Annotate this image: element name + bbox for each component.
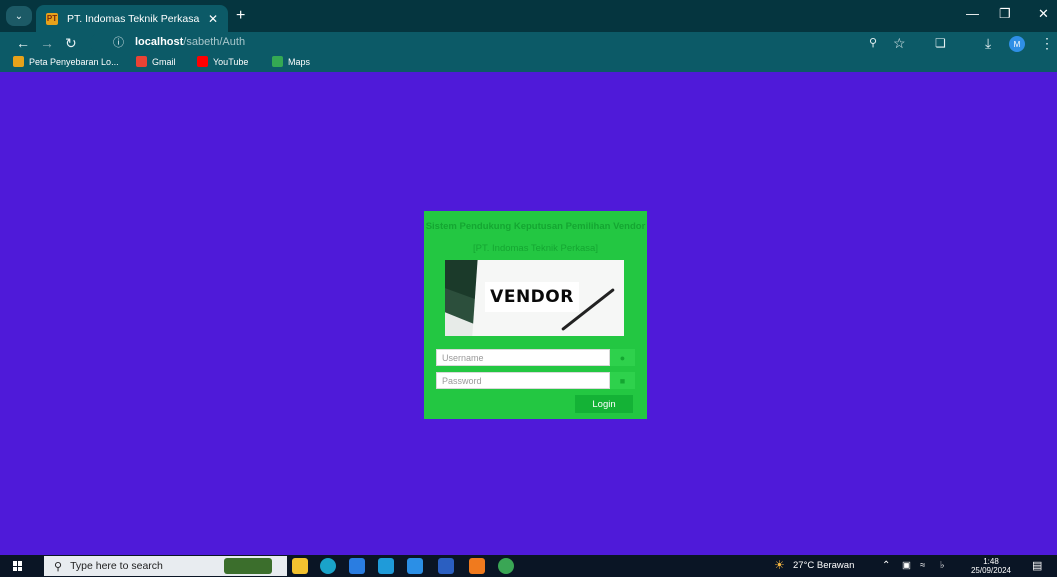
close-window-icon[interactable]: ✕ [1038,6,1049,22]
browser-toolbar: ← → ↻ ⓘ localhost/sabeth/Auth ⚲ ☆ ❏ ⤓ ⋮ [0,32,1057,54]
password-group: ■ [436,372,635,389]
bookmark-item[interactable]: Gmail [136,56,176,67]
clock-date: 25/09/2024 [970,566,1012,575]
browser-tab-active[interactable]: PT PT. Indomas Teknik Perkasa ✕ [36,5,228,32]
battery-icon[interactable]: ▣ [902,560,911,571]
menu-kebab-icon[interactable]: ⋮ [1040,34,1054,52]
banner-text: VENDOR [485,282,579,312]
url-text[interactable]: localhost/sabeth/Auth [135,36,245,48]
edge-icon[interactable] [320,558,336,574]
username-input[interactable] [436,349,610,366]
bookmark-item[interactable]: Peta Penyebaran Lo... [13,56,119,67]
taskbar-clock[interactable]: 1:48 25/09/2024 [966,557,1016,575]
tray-chevron-icon[interactable]: ⌃ [882,560,890,571]
clock-time: 1:48 [983,557,999,566]
search-icon: ⚲ [54,560,63,573]
forward-icon[interactable]: → [40,34,54,52]
browser-tab-strip: ⌄ PT PT. Indomas Teknik Perkasa ✕ + — ❐ … [0,0,1057,32]
username-group: ● [436,349,635,366]
file-explorer-icon[interactable] [292,558,308,574]
bookmark-label: YouTube [213,56,249,67]
word-icon[interactable] [438,558,454,574]
new-tab-icon[interactable]: + [236,7,245,25]
gmail-icon [136,56,147,67]
weather-text[interactable]: 27°C Berawan [793,560,854,571]
site-favicon-icon: PT [46,12,58,25]
notification-icon[interactable]: ▤ [1032,559,1042,572]
chrome-icon[interactable] [498,558,514,574]
vscode-icon[interactable] [407,558,423,574]
bookmarks-bar: Peta Penyebaran Lo... Gmail YouTube Maps [0,54,1057,72]
maps-icon [272,56,283,67]
store-icon[interactable] [349,558,365,574]
windows-taskbar: ⚲ Type here to search ☀ 27°C Berawan ⌃ ▣… [0,555,1057,577]
zoom-icon[interactable]: ⚲ [869,34,877,52]
url-path: /sabeth/Auth [183,36,246,48]
url-host: localhost [135,36,184,48]
bookmark-label: Maps [288,56,311,67]
user-icon: ● [610,349,635,366]
back-icon[interactable]: ← [16,34,30,52]
xampp-icon[interactable] [469,558,485,574]
weather-icon: ☀ [774,558,785,572]
mail-icon[interactable] [378,558,394,574]
map-pin-icon [13,56,24,67]
search-placeholder: Type here to search [70,560,163,572]
bookmark-label: Gmail [152,56,176,67]
site-info-icon[interactable]: ⓘ [113,34,124,52]
tab-title: PT. Indomas Teknik Perkasa [67,12,200,25]
windows-start-icon[interactable] [13,561,23,571]
company-subtitle: [PT. Indomas Teknik Perkasa] [473,243,598,254]
bookmark-item[interactable]: YouTube [197,56,248,67]
login-card: Sistem Pendukung Keputusan Pemilihan Ven… [424,211,647,419]
minimize-icon[interactable]: — [966,6,979,21]
tab-search-icon[interactable]: ⌄ [6,6,32,26]
password-input[interactable] [436,372,610,389]
bookmark-label: Peta Penyebaran Lo... [29,56,119,67]
youtube-icon [197,56,208,67]
search-highlight-icon [224,558,272,574]
download-icon[interactable]: ⤓ [985,34,991,52]
restore-icon[interactable]: ❐ [999,6,1011,22]
wifi-icon[interactable]: ≈ [920,560,925,571]
volume-icon[interactable]: ♭ [940,560,944,571]
bookmark-item[interactable]: Maps [272,56,310,67]
profile-avatar[interactable]: M [1009,36,1025,52]
tab-close-icon[interactable]: ✕ [208,12,218,26]
extensions-icon[interactable]: ❏ [935,34,946,52]
reload-icon[interactable]: ↻ [65,34,77,52]
system-title: Sistem Pendukung Keputusan Pemilihan Ven… [425,221,646,232]
vendor-banner-image: VENDOR [445,260,624,336]
bookmark-star-icon[interactable]: ☆ [893,34,906,52]
login-button[interactable]: Login [575,395,633,413]
lock-icon: ■ [610,372,635,389]
